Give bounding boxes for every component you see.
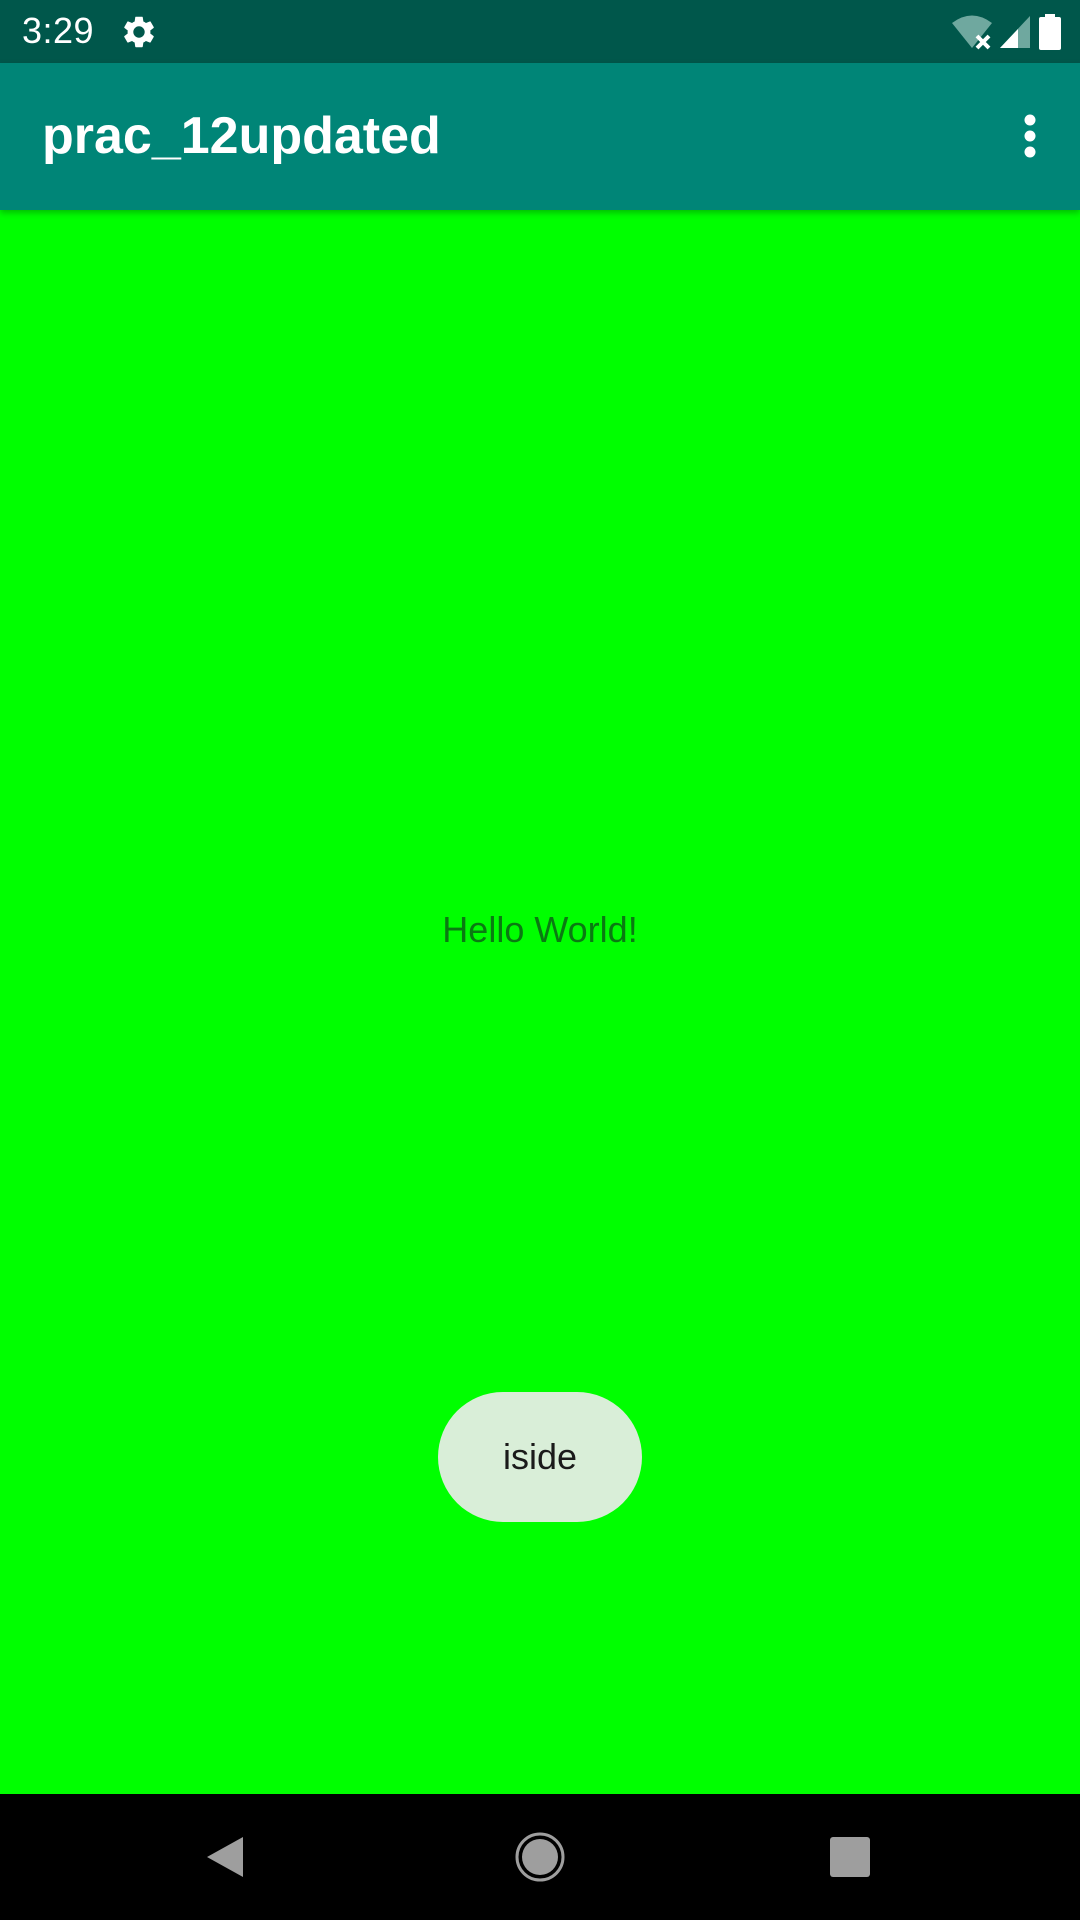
toast-text: iside — [502, 1436, 578, 1477]
back-icon — [207, 1837, 243, 1877]
more-vert-icon — [1024, 114, 1036, 158]
overflow-menu-button[interactable] — [1000, 103, 1060, 169]
main-content: Hello World! — [0, 210, 1080, 1794]
app-title: prac_12updated — [42, 107, 441, 165]
toast-message: iside — [438, 1392, 642, 1522]
hello-text: Hello World! — [442, 909, 638, 950]
recents-button[interactable] — [817, 1824, 883, 1890]
status-time: 3:29 — [22, 10, 95, 51]
status-bar: 3:29 — [0, 0, 1080, 63]
status-icons — [952, 12, 1062, 52]
settings-gear-icon — [124, 16, 154, 48]
cell-signal-icon — [1000, 16, 1030, 48]
navigation-bar — [0, 1794, 1080, 1920]
home-icon — [515, 1832, 565, 1882]
back-button[interactable] — [192, 1824, 258, 1890]
battery-icon — [1039, 14, 1061, 50]
recents-icon — [830, 1837, 870, 1877]
wifi-off-icon — [952, 15, 992, 50]
home-button[interactable] — [507, 1824, 573, 1890]
app-bar: prac_12updated — [0, 63, 1080, 210]
